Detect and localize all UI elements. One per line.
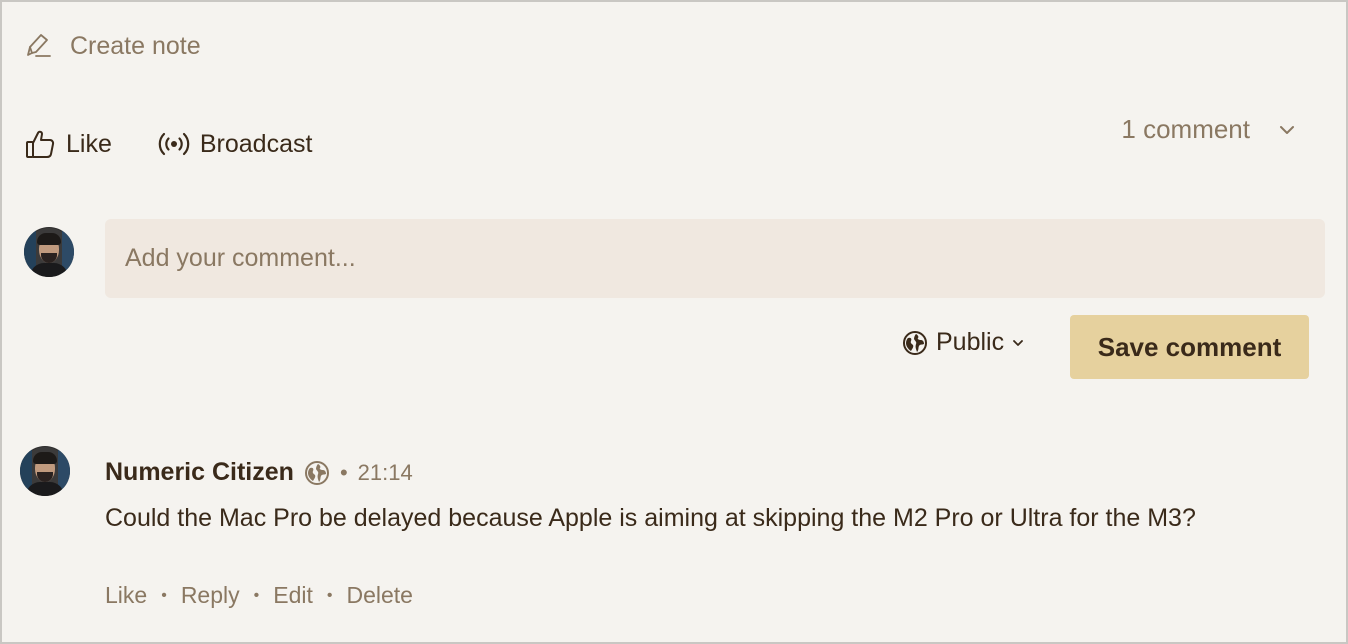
post-comments-panel: Create note Like Broadcast 1 comment Add…: [0, 0, 1348, 644]
comments-toggle[interactable]: 1 comment: [1121, 114, 1296, 145]
comment-body: Could the Mac Pro be delayed because App…: [105, 504, 1196, 532]
comment-author-avatar[interactable]: [20, 446, 70, 496]
broadcast-icon: [158, 132, 190, 156]
separator-dot: •: [161, 586, 167, 604]
current-user-avatar: [24, 227, 74, 277]
comment-like-link[interactable]: Like: [105, 582, 147, 609]
chevron-down-icon: [1280, 125, 1294, 134]
like-button[interactable]: Like: [24, 128, 112, 160]
broadcast-label: Broadcast: [199, 129, 313, 158]
create-note-link[interactable]: Create note: [24, 28, 201, 64]
separator-dot: •: [326, 586, 333, 604]
comment-reply-link[interactable]: Reply: [181, 582, 240, 609]
pen-icon: [27, 34, 51, 57]
comment-actions: Like • Reply • Edit • Delete: [105, 582, 413, 609]
visibility-label: Public: [936, 328, 1005, 356]
globe-icon: [903, 330, 927, 355]
chevron-down-icon: [1013, 339, 1023, 346]
visibility-dropdown[interactable]: Public: [902, 328, 1024, 357]
separator-dot: •: [339, 459, 348, 485]
globe-icon: [304, 460, 329, 485]
broadcast-button[interactable]: Broadcast: [158, 128, 313, 160]
separator-dot: •: [253, 586, 260, 604]
like-label: Like: [66, 129, 112, 158]
comment-edit-link[interactable]: Edit: [273, 582, 313, 609]
thumbs-up-icon: [26, 130, 55, 158]
comment-count-label: 1 comment: [1121, 114, 1250, 144]
post-actions: Like Broadcast: [24, 128, 312, 160]
comment-input[interactable]: [105, 219, 1325, 298]
comment-author[interactable]: Numeric Citizen: [105, 458, 294, 487]
comment-header: Numeric Citizen • 21:14: [105, 458, 413, 487]
comment-delete-link[interactable]: Delete: [346, 582, 412, 609]
save-comment-button[interactable]: Save comment: [1070, 315, 1309, 379]
comment-time[interactable]: 21:14: [358, 460, 413, 486]
create-note-label: Create note: [70, 31, 201, 60]
